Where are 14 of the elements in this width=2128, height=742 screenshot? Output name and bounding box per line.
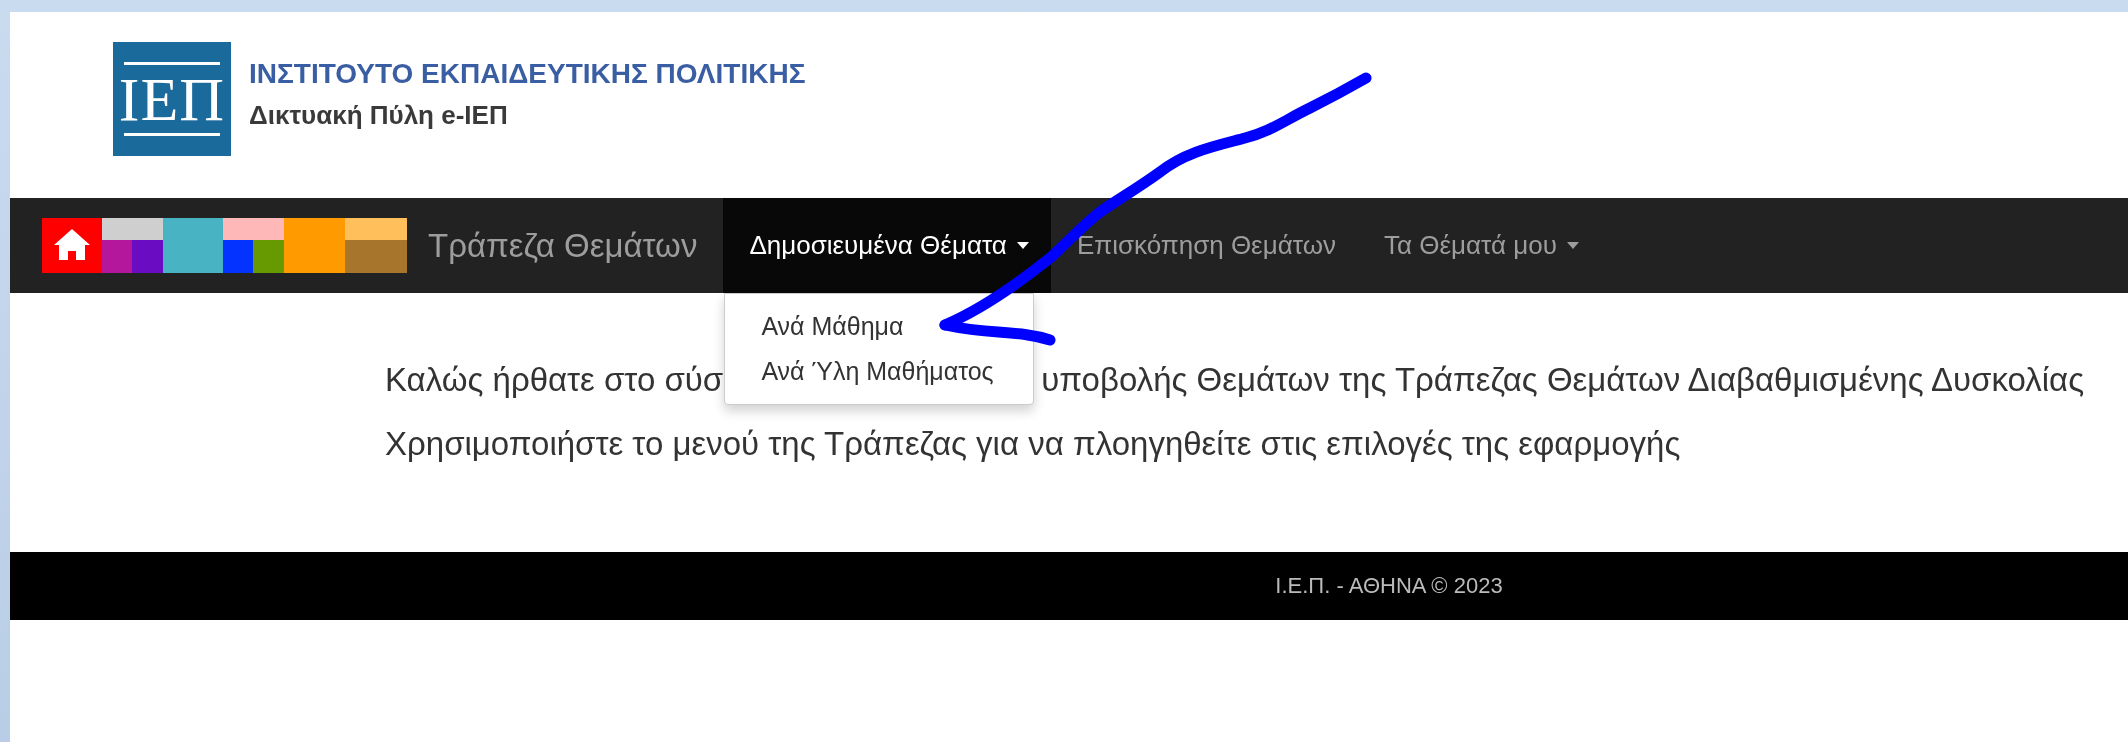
institute-title: ΙΝΣΤΙΤΟΥΤΟ ΕΚΠΑΙΔΕΥΤΙΚΗΣ ΠΟΛΙΤΙΚΗΣ [249,58,806,90]
color-tiles-logo-drawing[interactable] [42,218,407,273]
dropdown-item[interactable]: Ανά Ύλη Μαθήματος [725,349,1034,394]
nav-item[interactable]: Επισκόπηση Θεμάτων [1050,198,1358,293]
welcome-text: Καλώς ήρθατε στο σύσ [385,361,724,399]
instruction-text: Χρησιμοποιήστε το μενού της Τράπεζας για να πλοηγηθείτε στις επιλογές της εφαρμογής [385,425,1681,463]
dropdown-item[interactable]: Ανά Μάθημα [725,304,1034,349]
logo-text: ΙΕΠ [118,69,226,129]
nav-item[interactable]: Τα Θέματά μου [1357,198,1601,293]
footer-text: Ι.Ε.Π. - ΑΘΗΝΑ © 2023 [1275,573,1503,599]
welcome-text: υποβολής Θεμάτων της Τράπεζας Θεμάτων Διαβαθμισμένης Δυσκολίας [1041,361,2085,399]
brand-link[interactable]: Τράπεζα Θεμάτων [428,226,698,265]
nav-item[interactable]: Δημοσιευμένα Θέματα [723,198,1051,293]
portal-subtitle: Δικτυακή Πύλη e-ΙΕΠ [249,100,509,131]
